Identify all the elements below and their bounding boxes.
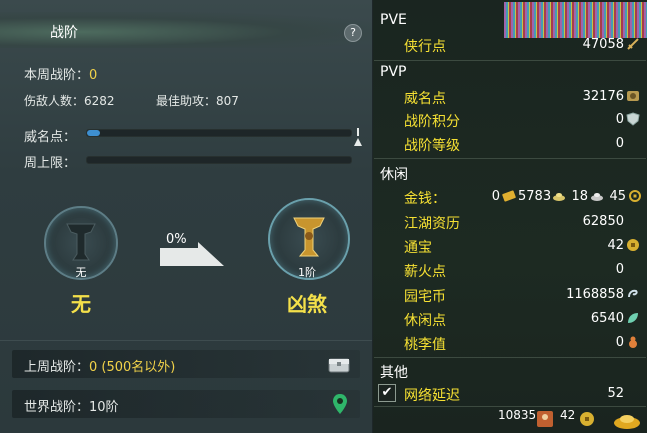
network-latency-label: 网络延迟: [404, 388, 460, 404]
leisure-header: 休闲: [380, 167, 408, 183]
best-assist-label: 最佳助攻：: [156, 94, 217, 108]
network-latency-value: 52: [607, 386, 624, 401]
taoli-value: 0: [615, 335, 624, 350]
best-assist-value: 807: [216, 94, 239, 108]
pvp-tier-level-label: 战阶等级: [404, 138, 460, 154]
marker-icon: [354, 128, 362, 146]
world-tier: 世界战阶：10阶: [24, 396, 119, 415]
yuanzhai-label: 园宅币: [404, 289, 446, 305]
footer-value-1: 10835: [498, 408, 537, 422]
coin-icon: [627, 239, 639, 251]
pve-header: PVE: [380, 12, 407, 28]
copper-ingot-icon: [591, 193, 603, 201]
silver-ingot-icon: [553, 193, 565, 201]
location-pin-icon[interactable]: [332, 393, 348, 415]
money-label: 金钱：: [404, 191, 446, 207]
trophy-icon: [66, 223, 96, 261]
other-header: 其他: [380, 365, 408, 381]
pvp-tier-points-label: 战阶积分: [404, 114, 460, 130]
section-divider: [374, 158, 646, 159]
arrow-right-icon: [160, 242, 224, 266]
divider: [0, 340, 372, 341]
money-silver-value: 5783: [518, 189, 552, 204]
house-coin-icon: [628, 289, 638, 298]
pvp-header: PVP: [380, 64, 407, 80]
current-tier-name: 无: [71, 292, 91, 316]
pve-item-value: 47058: [582, 37, 624, 52]
last-week-tier: 上周战阶：0 (500名以外): [24, 356, 175, 375]
section-divider: [374, 357, 646, 358]
tier-panel: 战阶 ? 本周战阶：0 伤敌人数：6282 最佳助攻：807 威名点： 周上限：…: [0, 0, 373, 433]
background-hud-strip: [504, 2, 647, 38]
money-gold-value: 0: [491, 189, 500, 204]
gold-ingot-icon: [502, 190, 516, 202]
this-week-label: 本周战阶：: [24, 68, 90, 83]
jianghu-value: 62850: [582, 214, 624, 229]
weekly-cap-bar: [86, 156, 352, 164]
footer-value-2: 42: [560, 408, 576, 422]
pvp-reputation-label: 威名点: [404, 91, 446, 107]
xinhuo-value: 0: [615, 262, 624, 277]
best-assist-stat: 最佳助攻：807: [156, 92, 239, 109]
kills-stat: 伤敌人数：6282: [24, 92, 115, 109]
coin-icon: [580, 412, 594, 426]
yuanzhai-value: 1168858: [566, 287, 624, 302]
pvp-tier-level-value: 0: [615, 136, 624, 151]
network-latency-checkbox[interactable]: ✔: [378, 384, 396, 402]
coin-icon: [629, 190, 641, 202]
next-tier-level: 1阶: [298, 266, 316, 279]
reputation-bar-fill: [87, 130, 101, 136]
tongbao-label: 通宝: [404, 240, 432, 256]
chest-icon[interactable]: [328, 355, 350, 373]
world-label: 世界战阶：: [24, 400, 90, 415]
character-icon: [537, 411, 553, 427]
this-week-value: 0: [89, 68, 98, 83]
next-tier-name: 凶煞: [287, 292, 327, 316]
money-copper2-value: 45: [609, 189, 626, 204]
world-value: 10阶: [89, 400, 119, 415]
sword-icon: [627, 38, 639, 50]
xinhuo-label: 薪火点: [404, 264, 446, 280]
kills-value: 6282: [84, 94, 115, 108]
weekly-cap-label: 周上限：: [24, 156, 77, 171]
leaf-icon: [628, 313, 638, 323]
gold-ingot-icon[interactable]: [612, 410, 642, 430]
pve-item-label: 侠行点: [404, 39, 446, 55]
section-divider: [374, 406, 646, 407]
reputation-bar: [86, 129, 352, 137]
leisure-points-value: 6540: [590, 311, 624, 326]
crest-icon: [627, 91, 639, 101]
help-button[interactable]: ?: [344, 24, 362, 42]
pvp-reputation-value: 32176: [582, 89, 624, 104]
this-week-tier: 本周战阶：0: [24, 64, 97, 83]
trophy-gold-icon: [293, 217, 325, 257]
reputation-label: 威名点：: [24, 130, 77, 145]
taoli-label: 桃李值: [404, 337, 446, 353]
leisure-points-label: 休闲点: [404, 313, 446, 329]
money-copper1-value: 18: [571, 189, 588, 204]
panel-title: 战阶: [50, 25, 78, 41]
jianghu-label: 江湖资历: [404, 216, 460, 232]
kills-label: 伤敌人数：: [24, 94, 85, 108]
pvp-tier-points-value: 0: [615, 112, 624, 127]
shield-icon: [626, 112, 640, 126]
gourd-icon: [629, 336, 637, 348]
last-week-value: 0 (500名以外): [89, 360, 176, 375]
section-divider: [374, 60, 646, 61]
last-week-label: 上周战阶：: [24, 360, 90, 375]
tongbao-value: 42: [607, 238, 624, 253]
current-tier-level: 无: [75, 266, 87, 279]
